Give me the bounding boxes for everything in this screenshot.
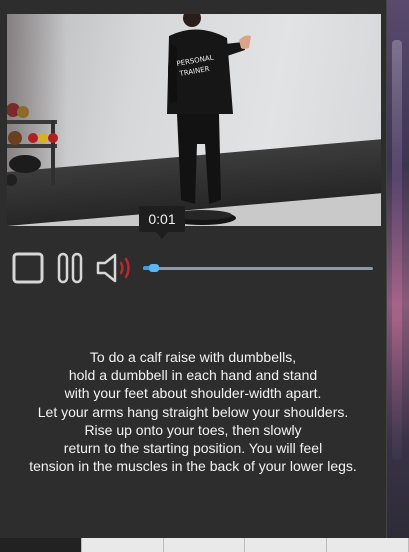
progress-bar[interactable] [143,264,373,272]
progress-handle[interactable] [149,264,159,272]
description-line: tension in the muscles in the back of yo… [29,458,357,475]
trainer-figure: PERSONAL TRAINER [167,14,251,225]
description-line: hold a dumbbell in each hand and stand [68,367,318,384]
description-line: Let your arms hang straight below your s… [37,403,349,420]
description-line: return to the starting position. You wil… [63,440,323,457]
kettlebell-rack [7,103,58,186]
stop-icon[interactable] [11,251,45,285]
description-line: with your feet about shoulder-width apar… [64,385,322,402]
volume-icon[interactable] [95,252,139,284]
background-app-bottom [0,538,409,552]
video-player[interactable]: PERSONAL TRAINER [7,14,381,226]
description-line: To do a calf raise with dumbbells, [89,349,297,365]
exercise-description: To do a calf raise with dumbbells, hold … [0,348,386,475]
time-tooltip: 0:01 [139,206,185,239]
current-time: 0:01 [148,211,176,227]
pause-icon[interactable] [57,251,83,285]
exercise-video-modal: PERSONAL TRAINER 0:01 To do a calf raise… [0,0,387,538]
description-line: Rise up onto your toes, then slowly [84,421,302,438]
video-controls [8,248,378,288]
background-app-edge [386,0,409,552]
